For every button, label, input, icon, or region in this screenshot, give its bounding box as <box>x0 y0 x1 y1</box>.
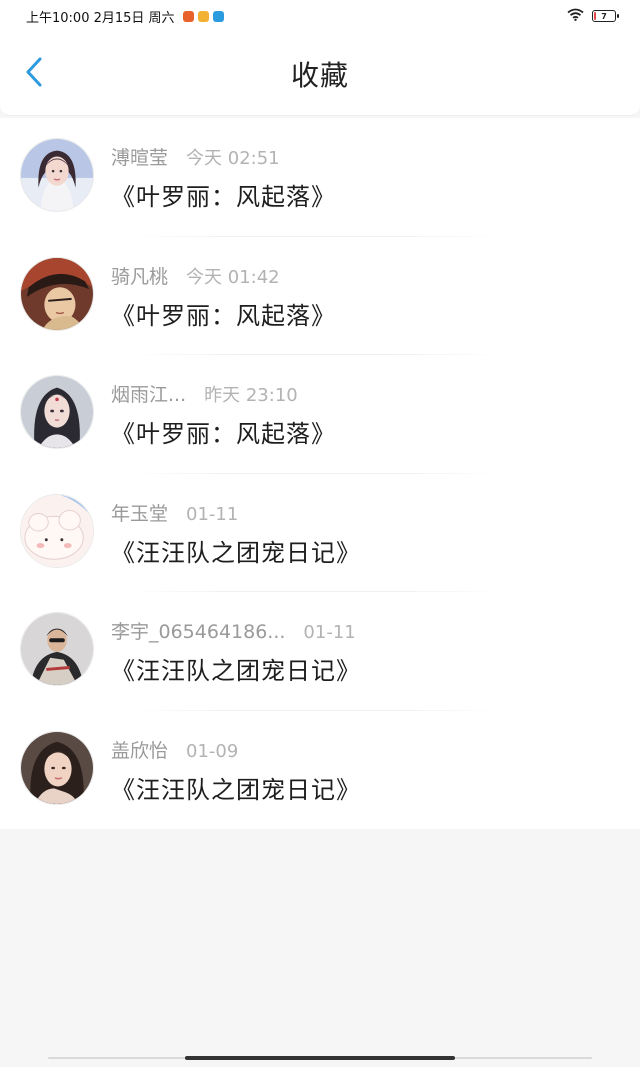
timestamp: 今天 01:42 <box>186 266 280 288</box>
list-item[interactable]: 盖欣怡 01-09 《汪汪队之团宠日记》 <box>0 711 640 830</box>
blue-app-icon <box>212 10 224 22</box>
timestamp: 昨天 23:10 <box>204 385 298 406</box>
yellow-app-icon <box>197 10 209 22</box>
avatar[interactable] <box>20 375 94 449</box>
avatar[interactable] <box>20 256 94 331</box>
orange-app-icon <box>182 10 194 22</box>
book-title[interactable]: 《叶罗丽：风起落》 <box>111 296 336 331</box>
back-button[interactable] <box>18 56 50 92</box>
book-title[interactable]: 《汪汪队之团宠日记》 <box>111 651 361 686</box>
book-title[interactable]: 《叶罗丽：风起落》 <box>111 414 336 449</box>
book-title[interactable]: 《汪汪队之团宠日记》 <box>111 770 361 805</box>
list-item[interactable]: 年玉堂 01-11 《汪汪队之团宠日记》 <box>0 474 640 592</box>
user-name: 烟雨江... <box>111 384 187 406</box>
avatar[interactable] <box>20 138 94 212</box>
timestamp: 01-11 <box>303 622 356 643</box>
avatar[interactable] <box>20 730 94 805</box>
header: 收藏 <box>0 32 640 116</box>
status-time-date: 上午10:00 2月15日 周六 <box>26 10 175 26</box>
list-item[interactable]: 溥暄莹 今天 02:51 《叶罗丽：风起落》 <box>0 118 640 237</box>
timestamp: 01-11 <box>186 503 239 525</box>
user-name: 年玉堂 <box>111 502 169 525</box>
avatar[interactable] <box>20 493 94 568</box>
user-name: 骑凡桃 <box>111 265 169 288</box>
timestamp: 今天 02:51 <box>186 148 280 169</box>
avatar[interactable] <box>20 612 94 686</box>
list-item[interactable]: 骑凡桃 今天 01:42 《叶罗丽：风起落》 <box>0 237 640 355</box>
user-name: 盖欣怡 <box>111 739 169 762</box>
battery-icon: 7 <box>592 10 619 22</box>
favorites-list: 溥暄莹 今天 02:51 《叶罗丽：风起落》 骑凡桃 今天 01:42 《叶罗丽… <box>0 118 640 829</box>
timestamp: 01-09 <box>186 740 239 762</box>
page-title: 收藏 <box>290 58 349 92</box>
home-indicator-bar[interactable] <box>185 1056 455 1060</box>
home-indicator[interactable] <box>48 1056 592 1060</box>
list-item[interactable]: 李宇_065464186... 01-11 《汪汪队之团宠日记》 <box>0 592 640 711</box>
book-title[interactable]: 《汪汪队之团宠日记》 <box>111 533 361 568</box>
chevron-left-icon <box>24 56 44 92</box>
user-name: 李宇_065464186... <box>111 621 286 643</box>
list-item[interactable]: 烟雨江... 昨天 23:10 《叶罗丽：风起落》 <box>0 355 640 474</box>
user-name: 溥暄莹 <box>111 147 169 169</box>
wifi-icon <box>567 8 584 25</box>
status-bar: 上午10:00 2月15日 周六 7 <box>0 0 640 32</box>
book-title[interactable]: 《叶罗丽：风起落》 <box>111 177 336 212</box>
battery-level-text: 7 <box>601 11 607 21</box>
